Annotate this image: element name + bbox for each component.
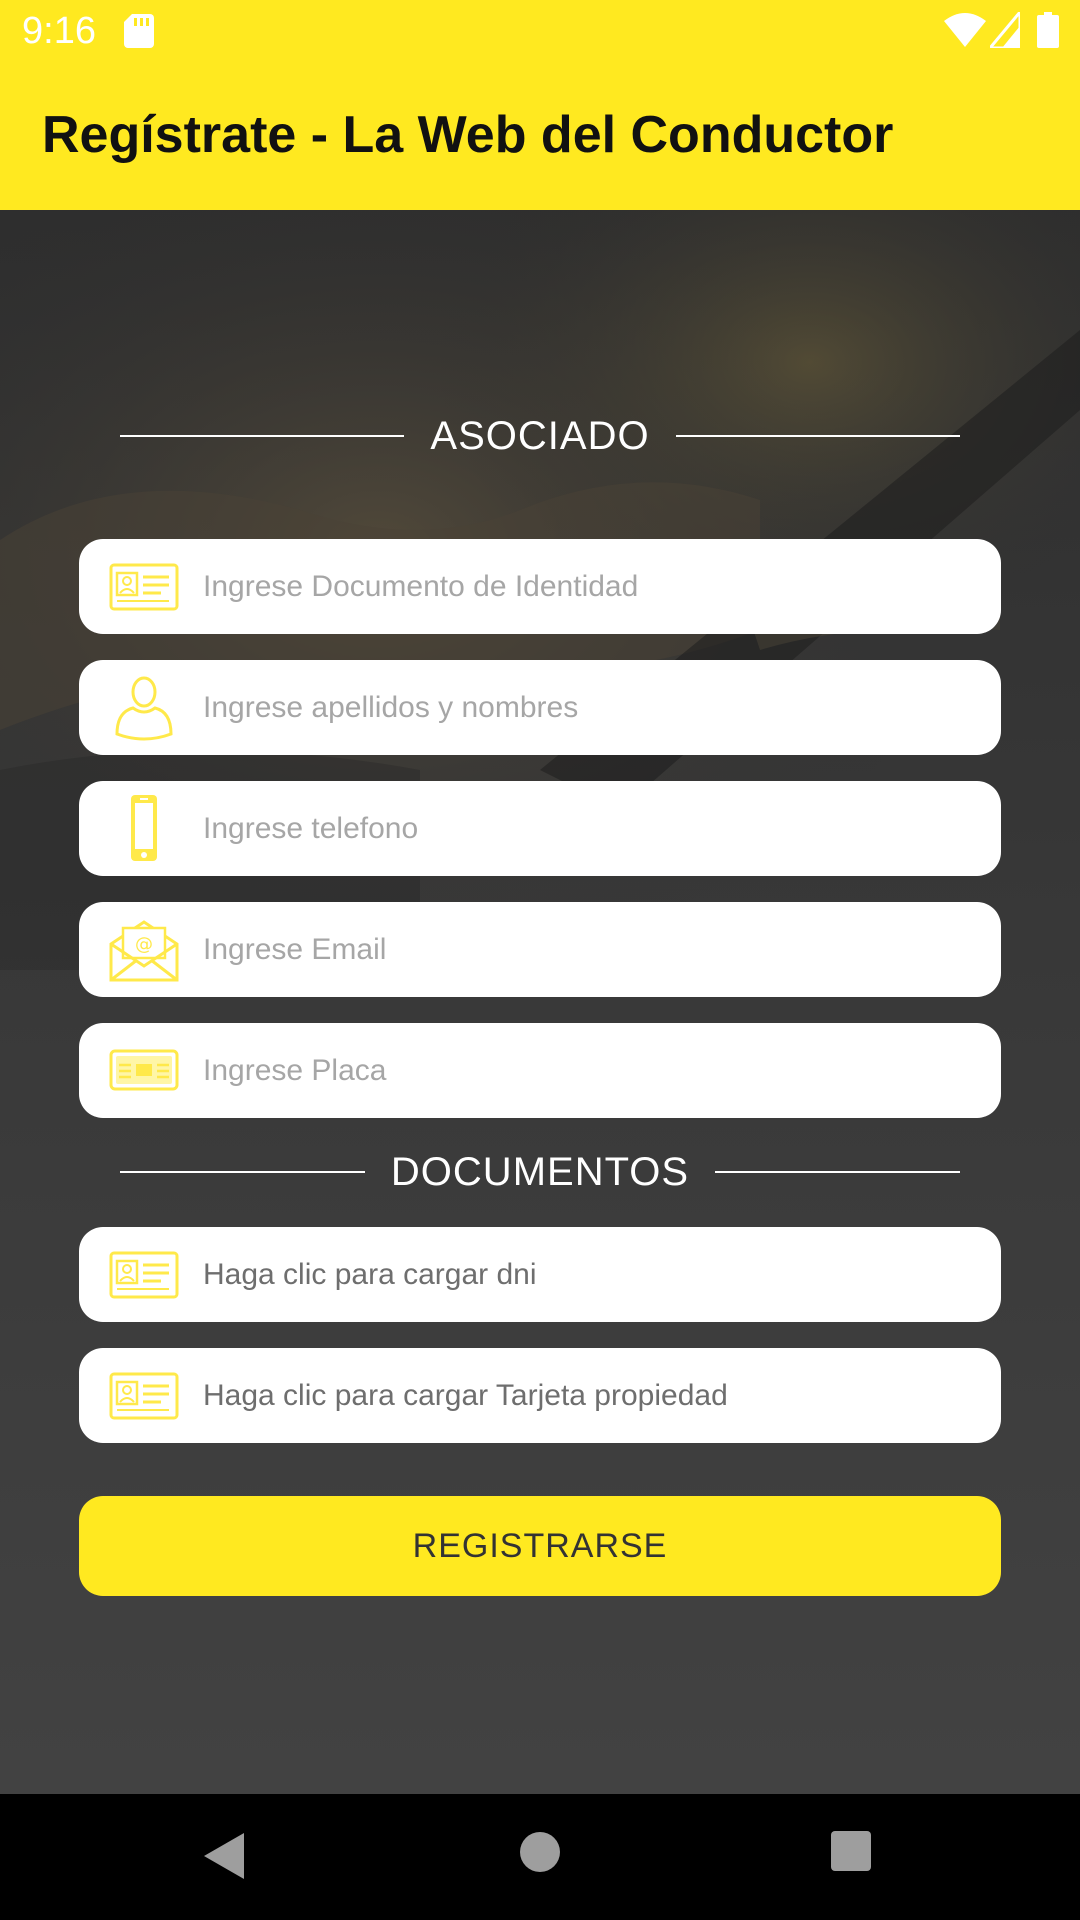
system-nav-bar: [0, 1794, 1080, 1920]
app-bar: Regístrate - La Web del Conductor: [0, 63, 1080, 210]
status-time: 9:16: [22, 10, 96, 52]
phone-field[interactable]: Ingrese telefono: [79, 781, 1001, 876]
email-icon: @: [109, 920, 179, 982]
document-id-field[interactable]: Ingrese Documento de Identidad: [79, 539, 1001, 634]
plate-field[interactable]: Ingrese Placa: [79, 1023, 1001, 1118]
battery-icon: [1037, 12, 1059, 48]
divider-line: [120, 435, 405, 437]
email-field[interactable]: @ Ingrese Email: [79, 902, 1001, 997]
phone-icon: [131, 795, 157, 861]
divider-line: [120, 1171, 365, 1173]
document-id-input[interactable]: Ingrese Documento de Identidad: [203, 539, 638, 634]
upload-dni-button[interactable]: Haga clic para cargar dni: [79, 1227, 1001, 1322]
upload-tarjeta-label: Haga clic para cargar Tarjeta propiedad: [203, 1379, 728, 1412]
email-input[interactable]: Ingrese Email: [203, 902, 386, 997]
section-title-documentos: DOCUMENTOS: [390, 1149, 690, 1194]
wifi-icon: [944, 13, 986, 47]
divider-line: [715, 1171, 961, 1173]
back-icon[interactable]: [202, 1831, 246, 1881]
recent-apps-icon[interactable]: [831, 1831, 871, 1871]
status-bar: 9:16: [0, 0, 1080, 63]
id-card-icon: [109, 1251, 179, 1299]
user-icon: [115, 676, 173, 741]
divider-line: [675, 435, 960, 437]
full-name-input[interactable]: Ingrese apellidos y nombres: [203, 660, 578, 755]
section-title-asociado: ASOCIADO: [430, 413, 650, 458]
upload-dni-label: Haga clic para cargar dni: [203, 1258, 537, 1291]
full-name-field[interactable]: Ingrese apellidos y nombres: [79, 660, 1001, 755]
svg-text:@: @: [135, 934, 153, 955]
register-button[interactable]: REGISTRARSE: [79, 1496, 1001, 1596]
home-icon[interactable]: [520, 1832, 560, 1872]
license-plate-icon: [109, 1049, 179, 1091]
upload-tarjeta-button[interactable]: Haga clic para cargar Tarjeta propiedad: [79, 1348, 1001, 1443]
plate-input[interactable]: Ingrese Placa: [203, 1023, 386, 1118]
section-header-documentos: DOCUMENTOS: [120, 1142, 961, 1202]
signal-icon: [990, 12, 1020, 48]
sd-card-icon: [124, 14, 154, 48]
id-card-icon: [109, 1372, 179, 1420]
phone-input[interactable]: Ingrese telefono: [203, 781, 418, 876]
page-title: Regístrate - La Web del Conductor: [42, 106, 894, 164]
section-header-asociado: ASOCIADO: [120, 406, 960, 466]
id-card-icon: [109, 563, 179, 611]
